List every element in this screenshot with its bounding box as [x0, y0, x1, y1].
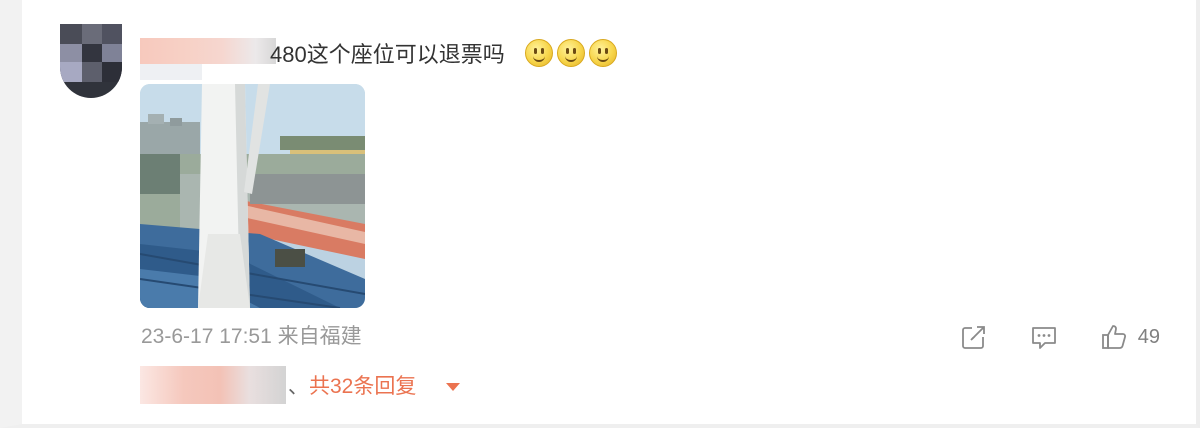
- avatar[interactable]: [60, 24, 122, 98]
- caret-down-icon[interactable]: [446, 383, 460, 391]
- like-count: 49: [1137, 326, 1160, 348]
- timestamp: 23-6-17 17:51: [141, 325, 272, 348]
- thumbs-up-icon[interactable]: [1100, 323, 1128, 351]
- username-badge-blurred: [140, 64, 202, 80]
- comment-meta: 23-6-17 17:51 来自福建: [141, 322, 362, 352]
- smile-emoji-icon: [557, 39, 585, 67]
- view-replies-link[interactable]: 共32条回复: [309, 372, 416, 402]
- replier-names-blurred[interactable]: [140, 366, 286, 404]
- smile-emoji-icon: [525, 39, 553, 67]
- location: 来自福建: [277, 325, 362, 348]
- emoji-group: [525, 39, 617, 71]
- stadium-photo-svg: [140, 84, 365, 308]
- action-bar: 49: [918, 322, 1160, 352]
- share-icon[interactable]: [960, 323, 988, 351]
- reply-separator: 、: [288, 376, 308, 398]
- username-blurred[interactable]: [140, 38, 276, 64]
- smile-emoji-icon: [589, 39, 617, 67]
- comment-image[interactable]: [140, 84, 365, 308]
- comment-text: 480这个座位可以退票吗: [270, 42, 505, 67]
- comment-icon[interactable]: [1030, 323, 1058, 351]
